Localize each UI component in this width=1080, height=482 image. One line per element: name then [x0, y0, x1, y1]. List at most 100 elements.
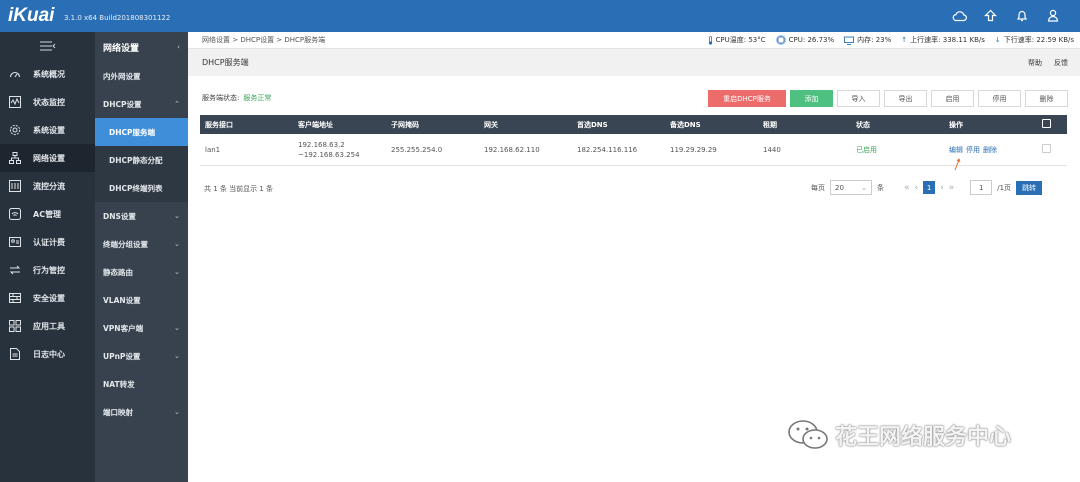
jump-button[interactable]: 跳转: [1016, 180, 1043, 195]
col-header-subnet-mask[interactable]: 子网掩码: [386, 120, 479, 130]
cell-lease: 1440: [763, 145, 781, 154]
chevron-down-icon: ⌄: [174, 352, 180, 360]
chevron-down-icon: ⌄: [174, 268, 180, 276]
export-button[interactable]: 导出: [884, 90, 927, 107]
help-link[interactable]: 帮助: [1028, 58, 1042, 68]
apps-icon: [9, 320, 21, 332]
restart-dhcp-button[interactable]: 重启DHCP服务: [708, 90, 786, 107]
user-icon[interactable]: [1045, 8, 1060, 23]
nav-item-10[interactable]: 日志中心: [0, 340, 95, 368]
dashboard-icon: [9, 68, 21, 80]
import-button[interactable]: 导入: [837, 90, 880, 107]
page-input[interactable]: 1: [970, 180, 993, 195]
cpu-temp-stat: CPU温度: 53°C: [708, 35, 766, 45]
prev-page-icon[interactable]: ‹: [915, 183, 919, 193]
subnav-item-11[interactable]: NAT转发: [95, 370, 188, 398]
col-header-secondary-dns[interactable]: 备选DNS: [665, 120, 758, 130]
bell-icon[interactable]: [1014, 8, 1029, 23]
upload-icon[interactable]: [983, 8, 998, 23]
col-header-status[interactable]: 状态: [851, 120, 944, 130]
row-checkbox[interactable]: [1042, 144, 1051, 153]
subnav-item-10[interactable]: UPnP设置 ⌄: [95, 342, 188, 370]
col-header-interface[interactable]: 服务接口: [200, 120, 293, 130]
chevron-down-icon: ⌄: [861, 183, 867, 192]
arrow-up-icon: ↑: [901, 36, 908, 44]
first-page-icon[interactable]: «: [904, 183, 910, 193]
subnav-item-label: DHCP设置: [103, 99, 142, 109]
nav-item-label: 认证计费: [33, 237, 65, 247]
subnav-item-9[interactable]: VPN客户端 ⌄: [95, 314, 188, 342]
arrows-icon: [9, 264, 21, 276]
row-checkbox-cell: [1037, 144, 1067, 155]
col-header-primary-dns[interactable]: 首选DNS: [572, 120, 665, 130]
subnav-item-label: VPN客户端: [103, 323, 144, 333]
nav-item-9[interactable]: 应用工具: [0, 312, 95, 340]
subnav-item-label: NAT转发: [103, 379, 135, 389]
subnav-item-8[interactable]: VLAN设置: [95, 286, 188, 314]
disable-link[interactable]: 停用: [966, 146, 980, 154]
col-header-gateway[interactable]: 网关: [479, 120, 572, 130]
table-summary: 共 1 条 当前显示 1 条: [204, 185, 274, 193]
watermark-text: 花王网络服务中心: [835, 425, 1012, 450]
subnav-item-1[interactable]: DHCP设置 ⌃: [95, 90, 188, 118]
subnav-item-2[interactable]: DHCP服务端: [95, 118, 188, 146]
cloud-icon[interactable]: [952, 8, 967, 23]
cell-client-address: 192.168.63.2 ~192.168.63.254: [293, 140, 386, 160]
total-pages: /1页: [997, 183, 1012, 192]
subnav-item-5[interactable]: DNS设置 ⌄: [95, 202, 188, 230]
client-range-start: 192.168.63.2: [298, 140, 345, 149]
last-page-icon[interactable]: »: [949, 183, 955, 193]
enable-button[interactable]: 启用: [931, 90, 974, 107]
disable-button[interactable]: 停用: [978, 90, 1021, 107]
chevron-down-icon: ⌄: [174, 324, 180, 332]
subnav-item-0[interactable]: 内外网设置: [95, 62, 188, 90]
col-header-actions: 操作: [949, 120, 963, 129]
col-header-lease[interactable]: 租期: [758, 120, 851, 130]
cpu-stat: CPU: 26.73%: [775, 35, 834, 45]
nav-item-label: 网络设置: [33, 153, 65, 163]
subnav-item-label: 静态路由: [103, 267, 133, 277]
table-row[interactable]: lan1 192.168.63.2 ~192.168.63.254 255.25…: [200, 134, 1067, 166]
nav-item-4[interactable]: 流控分流: [0, 172, 95, 200]
nav-item-7[interactable]: 行为管控: [0, 256, 95, 284]
nav-item-8[interactable]: 安全设置: [0, 284, 95, 312]
select-all-checkbox[interactable]: [1042, 119, 1051, 128]
page-title: DHCP服务端: [202, 58, 249, 67]
nav-item-label: 安全设置: [33, 293, 65, 303]
subnav-item-3[interactable]: DHCP静态分配: [95, 146, 188, 174]
nav-item-label: 状态监控: [33, 97, 65, 107]
subnav-item-7[interactable]: 静态路由 ⌄: [95, 258, 188, 286]
nav-item-1[interactable]: 状态监控: [0, 88, 95, 116]
delete-button[interactable]: 删除: [1025, 90, 1068, 107]
page-number-current[interactable]: 1: [923, 181, 936, 194]
collapse-menu-icon[interactable]: [0, 32, 95, 60]
nav-item-5[interactable]: AC管理: [0, 200, 95, 228]
pagination: 每页 20 ⌄ 条 « ‹ 1 › » 1 /1页 跳转: [811, 180, 1043, 195]
subnav-item-4[interactable]: DHCP终端列表: [95, 174, 188, 202]
per-page-select[interactable]: 20 ⌄: [830, 180, 872, 195]
thermometer-icon: [708, 35, 712, 45]
wechat-icon: [788, 420, 828, 449]
add-button[interactable]: 添加: [790, 90, 833, 107]
subnav-item-6[interactable]: 终端分组设置 ⌄: [95, 230, 188, 258]
chevron-left-icon[interactable]: ‹: [177, 43, 180, 51]
select-all-checkbox-cell: [1037, 119, 1067, 130]
service-status-value: 服务正常: [243, 94, 272, 102]
nav-item-label: 行为管控: [33, 265, 65, 275]
subnav-item-12[interactable]: 端口映射 ⌄: [95, 398, 188, 426]
feedback-link[interactable]: 反馈: [1054, 58, 1068, 68]
nav-item-6[interactable]: 认证计费: [0, 228, 95, 256]
edit-link[interactable]: 编辑: [949, 146, 963, 154]
table-header: 服务接口 客户端地址 子网掩码 网关 首选DNS 备选DNS 租期 状态 操作: [200, 115, 1067, 134]
auth-icon: [9, 236, 21, 248]
nav-item-0[interactable]: 系统概况: [0, 60, 95, 88]
nav-item-2[interactable]: 系统设置: [0, 116, 95, 144]
col-header-client-address[interactable]: 客户端地址: [293, 120, 386, 130]
delete-link[interactable]: 删除: [983, 146, 997, 154]
secondary-nav-header[interactable]: 网络设置 ‹: [95, 32, 188, 62]
next-page-icon[interactable]: ›: [940, 183, 944, 193]
nav-item-3[interactable]: 网络设置: [0, 144, 95, 172]
subnav-item-label: DNS设置: [103, 211, 136, 221]
subnav-item-label: 终端分组设置: [103, 239, 148, 249]
subnav-item-label: DHCP静态分配: [109, 155, 163, 165]
